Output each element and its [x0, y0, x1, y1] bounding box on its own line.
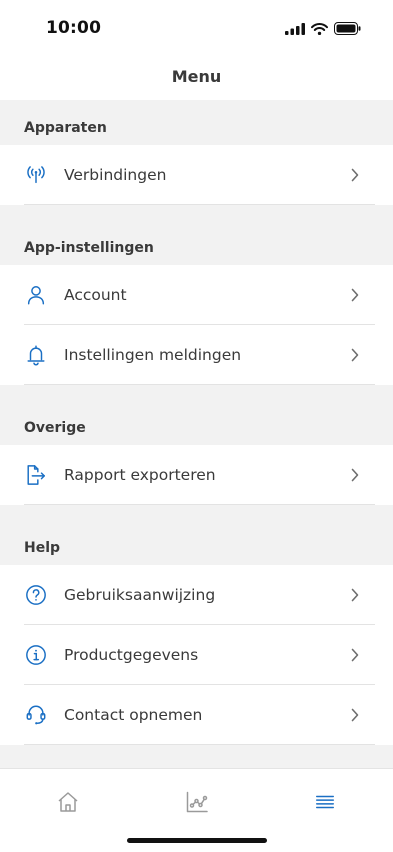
tab-chart[interactable]	[184, 789, 210, 815]
home-icon	[58, 792, 78, 812]
home-indicator	[127, 838, 267, 843]
menu-item-label: Gebruiksaanwijzing	[64, 586, 216, 604]
antenna-icon	[24, 163, 48, 187]
page-title: Menu	[171, 67, 222, 86]
section-header-apparaten: Apparaten	[0, 100, 393, 145]
section-title: Help	[24, 540, 61, 556]
section-footer	[0, 745, 393, 769]
chart-icon	[186, 791, 208, 813]
tab-menu[interactable]	[312, 789, 338, 815]
menu-item-contact-opnemen[interactable]: Contact opnemen	[0, 685, 393, 745]
export-icon	[24, 463, 48, 487]
chevron-right-icon	[351, 588, 359, 602]
menu-item-label: Rapport exporteren	[64, 466, 216, 484]
battery-icon	[334, 22, 361, 35]
bell-icon	[24, 343, 48, 367]
menu-item-rapport-exporteren[interactable]: Rapport exporteren	[0, 445, 393, 505]
cellular-signal-icon	[285, 22, 305, 35]
menu-item-productgegevens[interactable]: Productgegevens	[0, 625, 393, 685]
chevron-right-icon	[351, 348, 359, 362]
section-title: App-instellingen	[24, 240, 154, 256]
menu-icon	[316, 795, 334, 809]
status-time: 10:00	[46, 18, 102, 38]
section-title: Overige	[24, 420, 86, 436]
headset-icon	[24, 703, 48, 727]
question-icon	[24, 583, 48, 607]
menu-item-verbindingen[interactable]: Verbindingen	[0, 145, 393, 205]
menu-list: Apparaten Verbindingen App-instellingen …	[0, 100, 393, 769]
menu-item-label: Account	[64, 286, 127, 304]
chevron-right-icon	[351, 468, 359, 482]
wifi-icon	[311, 22, 328, 35]
section-header-help: Help	[0, 505, 393, 565]
user-icon	[24, 283, 48, 307]
info-icon	[24, 643, 48, 667]
nav-header: Menu	[0, 58, 393, 100]
status-icons	[285, 22, 361, 35]
chevron-right-icon	[351, 708, 359, 722]
menu-item-gebruiksaanwijzing[interactable]: Gebruiksaanwijzing	[0, 565, 393, 625]
status-bar: 10:00	[0, 0, 393, 58]
chevron-right-icon	[351, 288, 359, 302]
chevron-right-icon	[351, 168, 359, 182]
menu-item-label: Verbindingen	[64, 166, 167, 184]
chevron-right-icon	[351, 648, 359, 662]
section-header-app-instellingen: App-instellingen	[0, 205, 393, 265]
menu-item-label: Contact opnemen	[64, 706, 203, 724]
tab-home[interactable]	[55, 789, 81, 815]
section-title: Apparaten	[24, 120, 107, 136]
menu-item-account[interactable]: Account	[0, 265, 393, 325]
menu-item-label: Instellingen meldingen	[64, 346, 242, 364]
menu-item-instellingen-meldingen[interactable]: Instellingen meldingen	[0, 325, 393, 385]
section-header-overige: Overige	[0, 385, 393, 445]
menu-item-label: Productgegevens	[64, 646, 199, 664]
